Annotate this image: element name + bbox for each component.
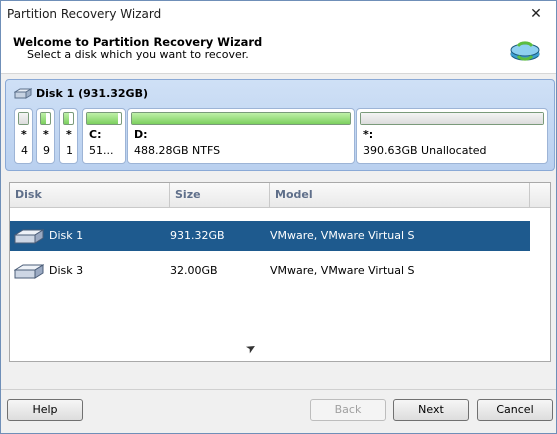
help-button-label: Help bbox=[32, 403, 58, 416]
wizard-header: Welcome to Partition Recovery Wizard Sel… bbox=[1, 27, 556, 74]
cancel-button[interactable]: Cancel bbox=[477, 399, 553, 421]
next-button[interactable]: Next bbox=[393, 399, 469, 421]
partition-usage-bar bbox=[86, 112, 122, 125]
partition-label: C: bbox=[89, 128, 102, 141]
partition-block[interactable]: * 4 bbox=[14, 108, 33, 164]
partition-usage-fill bbox=[87, 113, 118, 124]
title-bar: Partition Recovery Wizard ✕ bbox=[1, 1, 556, 27]
help-button[interactable]: Help bbox=[7, 399, 83, 421]
partition-block[interactable]: C: 51... bbox=[82, 108, 126, 164]
disk-size-cell: 32.00GB bbox=[170, 264, 218, 277]
partition-info: 9 bbox=[43, 144, 50, 157]
button-divider bbox=[1, 389, 556, 390]
partition-block[interactable]: * 1 bbox=[59, 108, 78, 164]
partition-usage-fill bbox=[19, 113, 28, 124]
table-row[interactable]: Disk 3 32.00GB VMware, VMware Virtual S bbox=[10, 256, 530, 286]
column-header-size[interactable]: Size bbox=[170, 183, 270, 207]
partition-label: * bbox=[21, 128, 27, 141]
partition-usage-bar bbox=[40, 112, 51, 125]
partition-label: * bbox=[66, 128, 72, 141]
page-subtitle: Select a disk which you want to recover. bbox=[27, 48, 249, 61]
wizard-window: Partition Recovery Wizard ✕ Welcome to P… bbox=[0, 0, 557, 434]
partition-block[interactable]: D: 488.28GB NTFS bbox=[127, 108, 355, 164]
disk-map-header: Disk 1 (931.32GB) bbox=[14, 87, 148, 100]
disk-map: Disk 1 (931.32GB) * 4 * 9 * 1 C: 51... D: 488.28G… bbox=[5, 79, 555, 171]
disk-size-cell: 931.32GB bbox=[170, 229, 225, 242]
disk-list-header: Disk Size Model bbox=[10, 183, 550, 208]
partition-info: 51... bbox=[89, 144, 114, 157]
partition-info: 488.28GB NTFS bbox=[134, 144, 221, 157]
disk-list: Disk Size Model Disk 1 931.32GB VMware, VM… bbox=[9, 182, 551, 362]
partition-usage-fill bbox=[132, 113, 350, 124]
partition-usage-bar bbox=[18, 112, 29, 125]
hard-disk-icon bbox=[14, 264, 44, 279]
partition-strip: * 4 * 9 * 1 C: 51... D: 488.28GB NTFS *: 390.63GB U… bbox=[14, 108, 548, 164]
partition-label: D: bbox=[134, 128, 148, 141]
partition-usage-fill bbox=[41, 113, 47, 124]
partition-block[interactable]: *: 390.63GB Unallocated bbox=[356, 108, 548, 164]
recovery-disk-icon bbox=[510, 41, 540, 61]
back-button[interactable]: Back bbox=[310, 399, 386, 421]
page-title: Welcome to Partition Recovery Wizard bbox=[13, 35, 263, 49]
close-icon[interactable]: ✕ bbox=[526, 4, 546, 24]
partition-block[interactable]: * 9 bbox=[36, 108, 55, 164]
partition-usage-fill bbox=[64, 113, 70, 124]
hard-disk-icon bbox=[14, 88, 32, 99]
partition-label: *: bbox=[363, 128, 374, 141]
partition-usage-fill bbox=[361, 113, 543, 124]
hard-disk-icon bbox=[14, 229, 44, 244]
partition-usage-bar bbox=[63, 112, 74, 125]
partition-info: 4 bbox=[21, 144, 28, 157]
partition-usage-bar bbox=[360, 112, 544, 125]
next-button-label: Next bbox=[418, 403, 444, 416]
table-row[interactable]: Disk 1 931.32GB VMware, VMware Virtual S bbox=[10, 221, 530, 251]
back-button-label: Back bbox=[334, 403, 362, 416]
column-header-disk[interactable]: Disk bbox=[10, 183, 170, 207]
window-title: Partition Recovery Wizard bbox=[7, 7, 162, 21]
partition-label: * bbox=[43, 128, 49, 141]
disk-map-label: Disk 1 (931.32GB) bbox=[36, 87, 148, 100]
disk-model-cell: VMware, VMware Virtual S bbox=[270, 229, 415, 242]
partition-info: 390.63GB Unallocated bbox=[363, 144, 487, 157]
cancel-button-label: Cancel bbox=[496, 403, 534, 416]
partition-usage-bar bbox=[131, 112, 351, 125]
disk-model-cell: VMware, VMware Virtual S bbox=[270, 264, 415, 277]
partition-info: 1 bbox=[66, 144, 73, 157]
disk-name-cell: Disk 3 bbox=[49, 264, 84, 277]
column-header-model[interactable]: Model bbox=[270, 183, 530, 207]
disk-name-cell: Disk 1 bbox=[49, 229, 84, 242]
